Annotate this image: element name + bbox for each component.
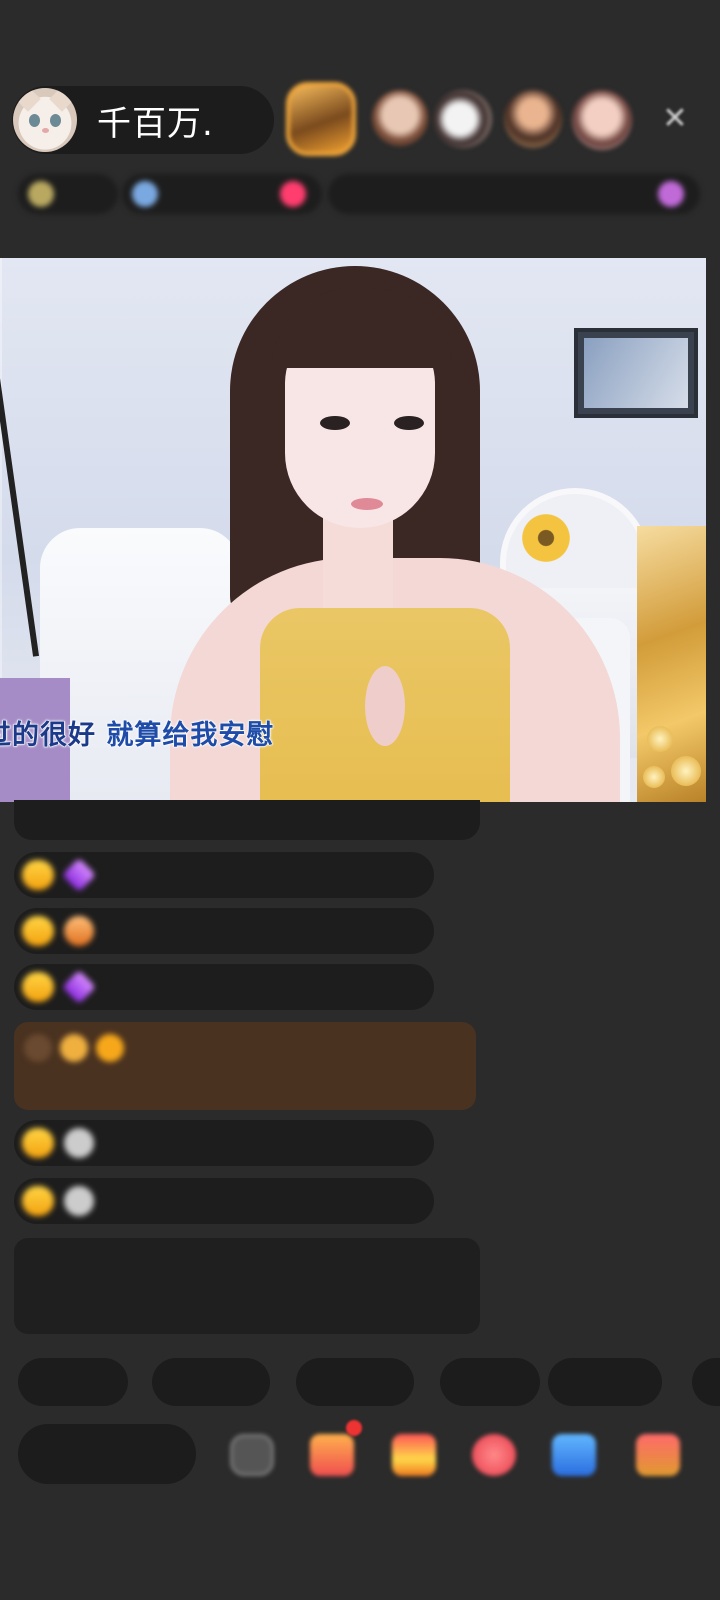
chat-message bbox=[14, 800, 480, 840]
host-name: 千百万. bbox=[97, 103, 214, 144]
vip-tag bbox=[24, 1034, 52, 1062]
system-notice bbox=[14, 1238, 480, 1334]
top-viewers-list[interactable] bbox=[282, 82, 642, 160]
level-badge bbox=[22, 972, 54, 1002]
viewer-avatar[interactable] bbox=[434, 90, 492, 148]
share-icon[interactable] bbox=[552, 1434, 596, 1476]
fan-icon bbox=[280, 181, 306, 207]
quick-reply-chip[interactable] bbox=[692, 1358, 720, 1406]
info-chip[interactable] bbox=[18, 174, 118, 214]
user-avatar-icon bbox=[64, 1186, 94, 1216]
avatar-ear-right bbox=[49, 88, 75, 112]
stream-info-row bbox=[18, 168, 700, 220]
chat-message bbox=[14, 852, 434, 898]
viewer-avatar[interactable] bbox=[372, 90, 428, 146]
level-badge bbox=[22, 1128, 54, 1158]
status-icon bbox=[132, 181, 158, 207]
avatar-eye-left bbox=[29, 114, 40, 127]
gift-icon[interactable] bbox=[636, 1434, 680, 1476]
user-avatar-icon bbox=[64, 1128, 94, 1158]
live-video[interactable]: 过的很好 就算给我安慰 bbox=[0, 258, 706, 802]
quick-reply-chip[interactable] bbox=[152, 1358, 270, 1406]
viewer-avatar[interactable] bbox=[286, 82, 356, 156]
viewer-avatar[interactable] bbox=[572, 90, 632, 150]
vip-chat-message bbox=[14, 1022, 476, 1110]
info-chip[interactable] bbox=[328, 174, 700, 214]
gift-icon bbox=[658, 181, 684, 207]
gift-promo-banner[interactable] bbox=[637, 526, 706, 802]
diamond-icon bbox=[62, 858, 96, 892]
rank-icon bbox=[28, 181, 54, 207]
level-badge bbox=[22, 1186, 54, 1216]
notification-dot bbox=[346, 1420, 362, 1436]
chat-message bbox=[14, 964, 434, 1010]
host-avatar[interactable] bbox=[13, 88, 77, 152]
quick-reply-row bbox=[18, 1358, 720, 1408]
emoji-icon[interactable] bbox=[230, 1434, 274, 1476]
quick-reply-chip[interactable] bbox=[18, 1358, 128, 1406]
gift-box-icon[interactable] bbox=[392, 1434, 436, 1476]
quick-reply-chip[interactable] bbox=[296, 1358, 414, 1406]
heart-icon[interactable] bbox=[472, 1434, 516, 1476]
level-badge bbox=[22, 860, 54, 890]
chat-message bbox=[14, 1120, 434, 1166]
avatar-nose bbox=[42, 128, 49, 133]
comment-input[interactable] bbox=[18, 1424, 196, 1484]
quick-reply-chip[interactable] bbox=[440, 1358, 540, 1406]
subtitle-part-1: 过的很好 bbox=[0, 720, 96, 752]
quick-reply-chip[interactable] bbox=[548, 1358, 662, 1406]
diamond-icon bbox=[62, 970, 96, 1004]
viewer-avatar[interactable] bbox=[504, 90, 562, 148]
video-subtitle: 过的很好 就算给我安慰 bbox=[0, 713, 274, 752]
avatar-ear-left bbox=[15, 88, 41, 112]
close-icon[interactable]: ✕ bbox=[660, 104, 690, 134]
fan-club-icon[interactable] bbox=[310, 1434, 354, 1476]
chat-message bbox=[14, 908, 434, 954]
host-info-pill[interactable]: 千百万. bbox=[12, 86, 274, 154]
level-badge bbox=[22, 916, 54, 946]
chat-message bbox=[14, 1178, 434, 1224]
info-chip[interactable] bbox=[122, 174, 322, 214]
bottom-toolbar bbox=[0, 1420, 720, 1490]
avatar-eye-right bbox=[50, 114, 61, 127]
noble-badge bbox=[60, 1034, 88, 1062]
level-badge bbox=[96, 1034, 124, 1062]
subtitle-part-2: 就算给我安慰 bbox=[106, 720, 275, 752]
fan-badge-icon bbox=[64, 916, 94, 946]
